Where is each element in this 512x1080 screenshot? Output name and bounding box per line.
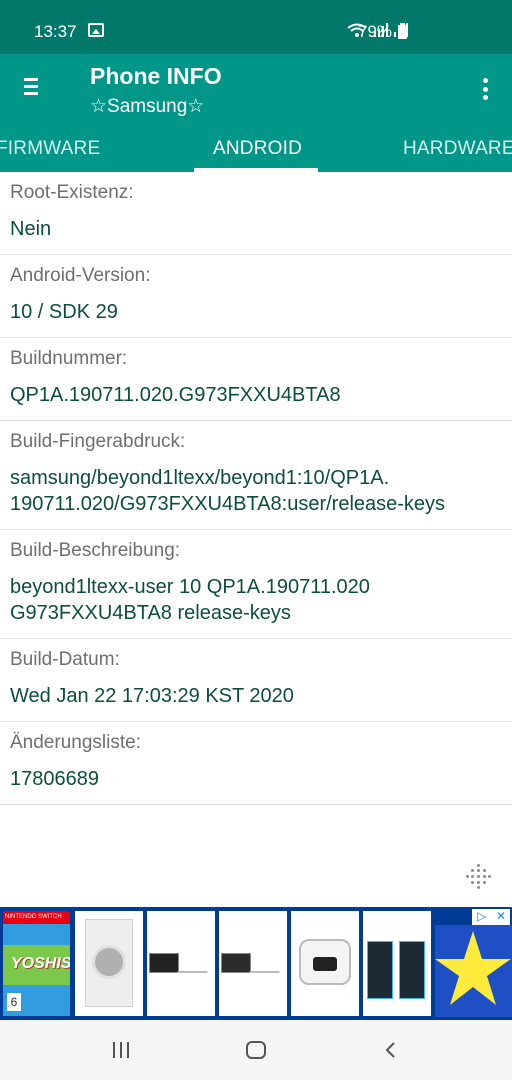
tab-bar: FIRMWARE ANDROID HARDWARE	[0, 124, 512, 172]
ad-dryer[interactable]	[75, 911, 143, 1016]
ad-star-logo[interactable]	[435, 925, 512, 1017]
info-value: Nein	[10, 218, 52, 240]
info-label: Build-Beschreibung:	[10, 540, 181, 561]
ad-platform-label: NINTENDO SWITCH	[3, 911, 70, 924]
ad-laptop-1[interactable]	[147, 911, 215, 1016]
ad-banner[interactable]: NINTENDO SWITCH YOSHIS 6 ▷ ✕	[0, 907, 512, 1020]
dot-grid-button[interactable]	[466, 864, 492, 890]
tab-android[interactable]: ANDROID	[213, 138, 302, 160]
device-subtitle: ☆Samsung☆	[90, 96, 205, 117]
battery-percent: 79%	[358, 22, 393, 41]
navigation-bar	[0, 1020, 512, 1080]
ad-age-rating: 6	[7, 993, 21, 1011]
battery-icon	[398, 23, 407, 39]
info-value: beyond1ltexx-user 10 QP1A.190711.020 G97…	[10, 574, 502, 626]
info-list: Root-Existenz: Nein Android-Version: 10 …	[0, 172, 512, 805]
info-label: Build-Fingerabdruck:	[10, 431, 186, 452]
ad-laptop-2[interactable]	[219, 911, 287, 1016]
info-value: Wed Jan 22 17:03:29 KST 2020	[10, 685, 294, 707]
status-time: 13:37	[34, 22, 77, 41]
info-value: samsung/beyond1ltexx/beyond1:10/QP1A. 19…	[10, 465, 502, 517]
info-row-changelist: Änderungsliste: 17806689	[0, 722, 512, 805]
more-options-button[interactable]	[482, 78, 488, 100]
ad-game-title: YOSHIS	[11, 955, 70, 972]
recent-apps-icon[interactable]	[113, 1042, 129, 1058]
ad-choices-button[interactable]: ▷ ✕	[472, 909, 510, 925]
back-icon[interactable]	[384, 1042, 396, 1058]
ad-close-icon: ✕	[496, 909, 507, 923]
info-row-build-date: Build-Datum: Wed Jan 22 17:03:29 KST 202…	[0, 639, 512, 722]
info-label: Änderungsliste:	[10, 732, 141, 753]
info-row-build-number: Buildnummer: QP1A.190711.020.G973FXXU4BT…	[0, 338, 512, 421]
home-icon[interactable]	[246, 1041, 266, 1059]
tab-hardware[interactable]: HARDWARE	[403, 138, 512, 160]
info-row-fingerprint: Build-Fingerabdruck: samsung/beyond1ltex…	[0, 421, 512, 530]
ad-pc-towers[interactable]	[363, 911, 431, 1016]
info-label: Build-Datum:	[10, 649, 120, 670]
ad-info-icon: ▷	[477, 909, 487, 923]
app-title: Phone INFO	[90, 63, 222, 89]
app-bar: Phone INFO ☆Samsung☆	[0, 54, 512, 124]
ad-cooker[interactable]	[291, 911, 359, 1016]
info-value-line: samsung/beyond1ltexx/beyond1:10/QP1A.	[10, 467, 390, 489]
info-value: 17806689	[10, 768, 99, 790]
info-value-line: 190711.020/G973FXXU4BTA8:user/release-ke…	[10, 493, 446, 515]
star-icon	[435, 931, 511, 1005]
tab-firmware[interactable]: FIRMWARE	[0, 138, 100, 160]
gallery-notification-icon	[88, 23, 104, 37]
menu-button[interactable]	[24, 78, 38, 96]
info-value: QP1A.190711.020.G973FXXU4BTA8	[10, 384, 341, 406]
info-value: 10 / SDK 29	[10, 301, 118, 323]
info-label: Android-Version:	[10, 265, 151, 286]
info-value-line: beyond1ltexx-user 10 QP1A.190711.020	[10, 576, 370, 598]
info-row-root: Root-Existenz: Nein	[0, 172, 512, 255]
info-row-android-version: Android-Version: 10 / SDK 29	[0, 255, 512, 338]
info-label: Buildnummer:	[10, 348, 128, 369]
info-value-line: G973FXXU4BTA8 release-keys	[10, 602, 291, 624]
status-bar: 13:37 79%	[0, 0, 512, 54]
info-row-description: Build-Beschreibung: beyond1ltexx-user 10…	[0, 530, 512, 639]
ad-game-box[interactable]: NINTENDO SWITCH YOSHIS 6	[3, 911, 70, 1016]
info-label: Root-Existenz:	[10, 182, 134, 203]
